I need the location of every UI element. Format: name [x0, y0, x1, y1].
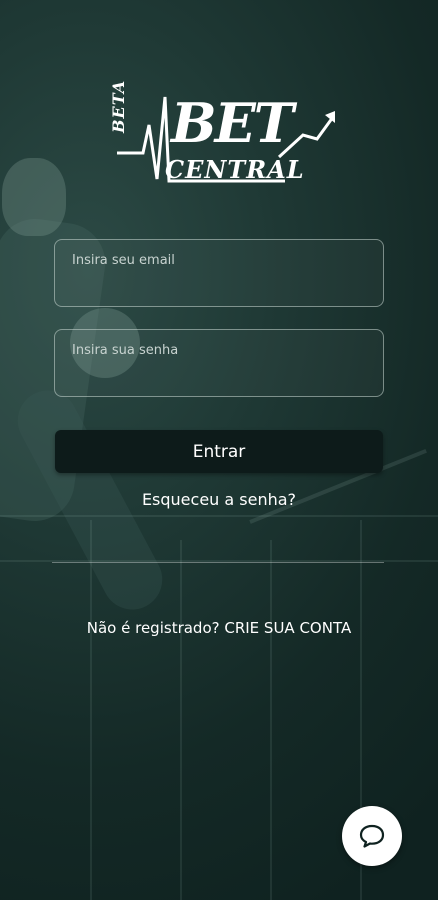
email-field[interactable]	[54, 239, 384, 307]
chat-button[interactable]	[342, 806, 402, 866]
background-line	[90, 520, 92, 900]
divider	[52, 562, 384, 563]
background-player-head	[2, 158, 66, 236]
logo-beta-text: BETA	[109, 79, 128, 133]
background-line	[0, 515, 438, 517]
forgot-password-link[interactable]: Esqueceu a senha?	[0, 490, 438, 509]
app-logo: BETA BET CENTRAL	[103, 80, 343, 190]
login-screen: BETA BET CENTRAL Entrar Esqueceu a senha…	[0, 0, 438, 900]
login-button[interactable]: Entrar	[55, 430, 383, 473]
password-field[interactable]	[54, 329, 384, 397]
logo-bet-text: BET	[171, 91, 294, 155]
register-link[interactable]: Não é registrado? CRIE SUA CONTA	[0, 619, 438, 637]
password-input[interactable]	[70, 342, 374, 359]
background-line	[270, 540, 272, 900]
email-input[interactable]	[70, 252, 374, 269]
logo-central-text: CENTRAL	[165, 155, 305, 184]
background-line	[180, 540, 182, 900]
chat-bubble-icon	[359, 824, 385, 848]
